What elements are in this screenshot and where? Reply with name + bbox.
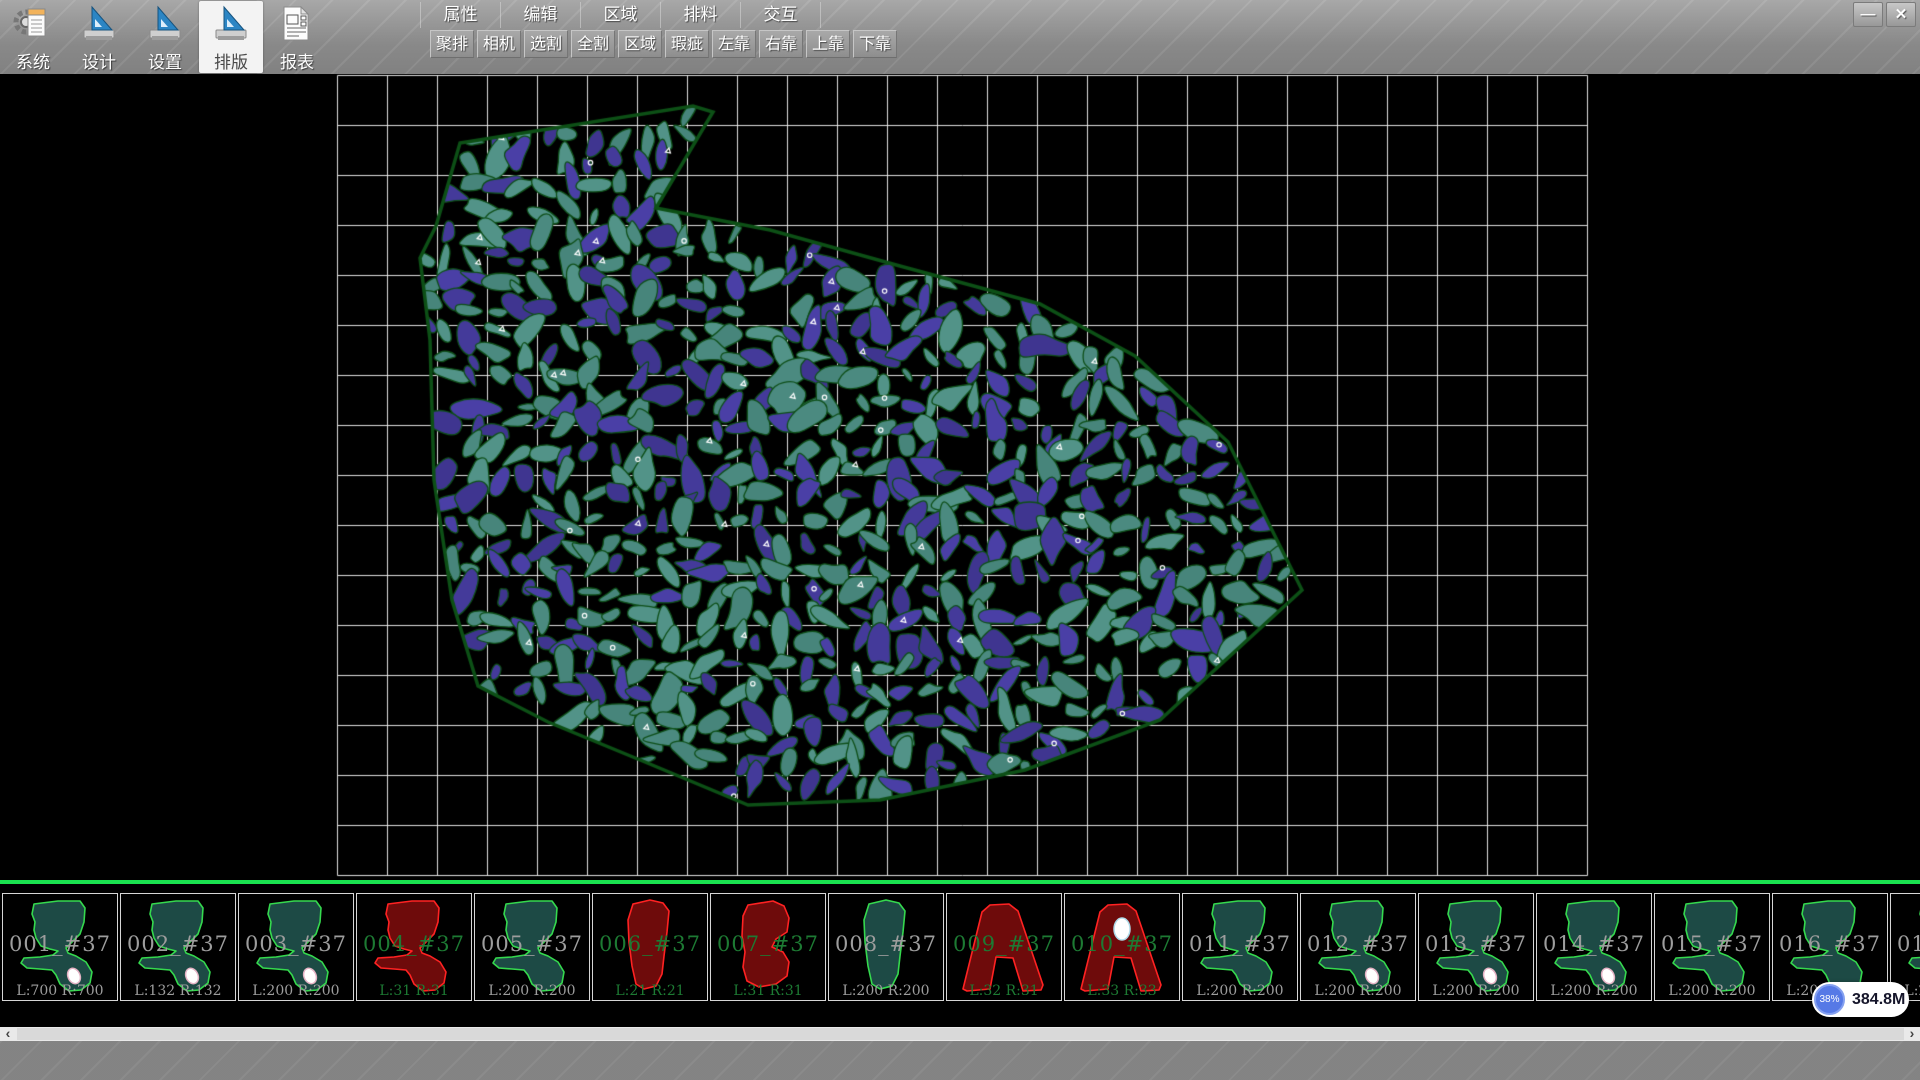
part-lr-count-label: L:700 R:700 [3,983,117,999]
part-id-label: 007_#37 [711,932,825,956]
part-thumbnail-005_#37[interactable]: 005_#37 L:200 R:200 [474,893,590,1001]
parts-thumbnail-strip: 001_#37L:700 R:700002_#37L:132 R:132003_… [0,880,1920,1027]
tool-右靠[interactable]: 右靠 [759,30,803,58]
part-id-label: 013_#37 [1419,932,1533,956]
part-lr-count-label: L:200 R:200 [829,983,943,999]
status-badge: 38% 384.8M [1812,982,1909,1017]
app-tab-设置[interactable]: 设置 [133,1,197,73]
part-lr-count-label: L:200 R:200 [1419,983,1533,999]
scroll-left-arrow-icon[interactable]: ‹ [0,1027,16,1041]
app-tab-label: 系统 [16,48,50,73]
settings-icon [145,4,185,44]
nesting-canvas[interactable] [0,74,1920,880]
close-button[interactable]: ✕ [1886,2,1916,27]
window-controls: — ✕ [1853,2,1916,27]
part-lr-count-label: L:21 R:21 [593,983,707,999]
app-tab-报表[interactable]: 报表 [265,1,329,73]
part-thumbnail-014_#37[interactable]: 014_#37 L:200 R:200 [1536,893,1652,1001]
app-tab-排版[interactable]: 排版 [199,1,263,73]
minimize-button[interactable]: — [1853,2,1883,27]
part-lr-count-label: L:33 R:33 [1065,983,1179,999]
part-id-label: 017_#37 [1891,932,1920,956]
part-thumbnail-001_#37[interactable]: 001_#37 L:700 R:700 [2,893,118,1001]
app-tab-label: 排版 [214,48,248,73]
part-lr-count-label: L:31 R:31 [711,983,825,999]
app-tab-label: 报表 [280,48,314,73]
memory-usage-label: 384.8M [1852,982,1905,1017]
part-id-label: 005_#37 [475,932,589,956]
part-id-label: 001_#37 [3,932,117,956]
progress-percent-badge: 38% [1814,984,1845,1015]
part-id-label: 010_#37 [1065,932,1179,956]
tool-上靠[interactable]: 上靠 [806,30,850,58]
app-tab-label: 设计 [82,48,116,73]
design-icon [79,4,119,44]
part-thumbnail-012_#37[interactable]: 012_#37 L:200 R:200 [1300,893,1416,1001]
top-toolbar: 系统设计设置排版报表 属性编辑区域排料交互 聚排相机选割全割区域瑕疵左靠右靠上靠… [0,0,1920,74]
menu-编辑[interactable]: 编辑 [500,2,580,28]
menu-bar: 属性编辑区域排料交互 [420,2,821,28]
part-lr-count-label: L:200 R:200 [1537,983,1651,999]
status-bar [0,1041,1920,1080]
tool-全割[interactable]: 全割 [571,30,615,58]
nesting-canvas-area [0,74,1920,880]
part-id-label: 009_#37 [947,932,1061,956]
part-id-label: 014_#37 [1537,932,1651,956]
part-lr-count-label: L:31 R:31 [357,983,471,999]
part-id-label: 011_#37 [1183,932,1297,956]
part-lr-count-label: L:200 R:200 [1183,983,1297,999]
part-thumbnail-002_#37[interactable]: 002_#37 L:132 R:132 [120,893,236,1001]
thumbnail-list: 001_#37L:700 R:700002_#37L:132 R:132003_… [2,893,1920,1001]
part-thumbnail-003_#37[interactable]: 003_#37 L:200 R:200 [238,893,354,1001]
strip-separator-line [0,880,1920,884]
tool-相机[interactable]: 相机 [477,30,521,58]
part-id-label: 004_#37 [357,932,471,956]
part-lr-count-label: L:200 R:200 [1655,983,1769,999]
part-thumbnail-009_#37[interactable]: 009_#37 L:32 R:31 [946,893,1062,1001]
menu-属性[interactable]: 属性 [420,2,500,28]
part-id-label: 008_#37 [829,932,943,956]
part-id-label: 006_#37 [593,932,707,956]
app-tab-设计[interactable]: 设计 [67,1,131,73]
tool-下靠[interactable]: 下靠 [853,30,897,58]
menu-交互[interactable]: 交互 [740,2,821,28]
part-thumbnail-007_#37[interactable]: 007_#37 L:31 R:31 [710,893,826,1001]
part-id-label: 012_#37 [1301,932,1415,956]
system-icon [13,4,53,44]
part-lr-count-label: L:32 R:31 [947,983,1061,999]
part-lr-count-label: L:200 R:200 [239,983,353,999]
scrollbar-thumb[interactable] [17,1028,1904,1040]
tool-bar: 聚排相机选割全割区域瑕疵左靠右靠上靠下靠 [430,30,897,58]
part-thumbnail-011_#37[interactable]: 011_#37 L:200 R:200 [1182,893,1298,1001]
part-id-label: 003_#37 [239,932,353,956]
part-id-label: 015_#37 [1655,932,1769,956]
part-thumbnail-013_#37[interactable]: 013_#37 L:200 R:200 [1418,893,1534,1001]
tool-聚排[interactable]: 聚排 [430,30,474,58]
app-tab-系统[interactable]: 系统 [1,1,65,73]
tool-左靠[interactable]: 左靠 [712,30,756,58]
part-thumbnail-015_#37[interactable]: 015_#37 L:200 R:200 [1654,893,1770,1001]
part-lr-count-label: L:200 R:200 [475,983,589,999]
nesting-icon [211,4,251,44]
scroll-right-arrow-icon[interactable]: › [1904,1027,1920,1041]
app-tab-label: 设置 [148,48,182,73]
part-thumbnail-006_#37[interactable]: 006_#37 L:21 R:21 [592,893,708,1001]
tool-瑕疵[interactable]: 瑕疵 [665,30,709,58]
app-tabs: 系统 设计 设置 排版 报表 [0,0,330,74]
tool-选割[interactable]: 选割 [524,30,568,58]
report-icon [277,4,317,44]
tool-区域[interactable]: 区域 [618,30,662,58]
part-id-label: 016_#37 [1773,932,1887,956]
part-thumbnail-008_#37[interactable]: 008_#37 L:200 R:200 [828,893,944,1001]
nesting-app-window: 系统设计设置排版报表 属性编辑区域排料交互 聚排相机选割全割区域瑕疵左靠右靠上靠… [0,0,1920,1080]
menu-排料[interactable]: 排料 [660,2,740,28]
part-thumbnail-010_#37[interactable]: 010_#37 L:33 R:33 [1064,893,1180,1001]
horizontal-scrollbar[interactable]: ‹ › [0,1027,1920,1041]
part-thumbnail-004_#37[interactable]: 004_#37 L:31 R:31 [356,893,472,1001]
menu-区域[interactable]: 区域 [580,2,660,28]
part-id-label: 002_#37 [121,932,235,956]
part-lr-count-label: L:200 R:200 [1301,983,1415,999]
part-lr-count-label: L:132 R:132 [121,983,235,999]
